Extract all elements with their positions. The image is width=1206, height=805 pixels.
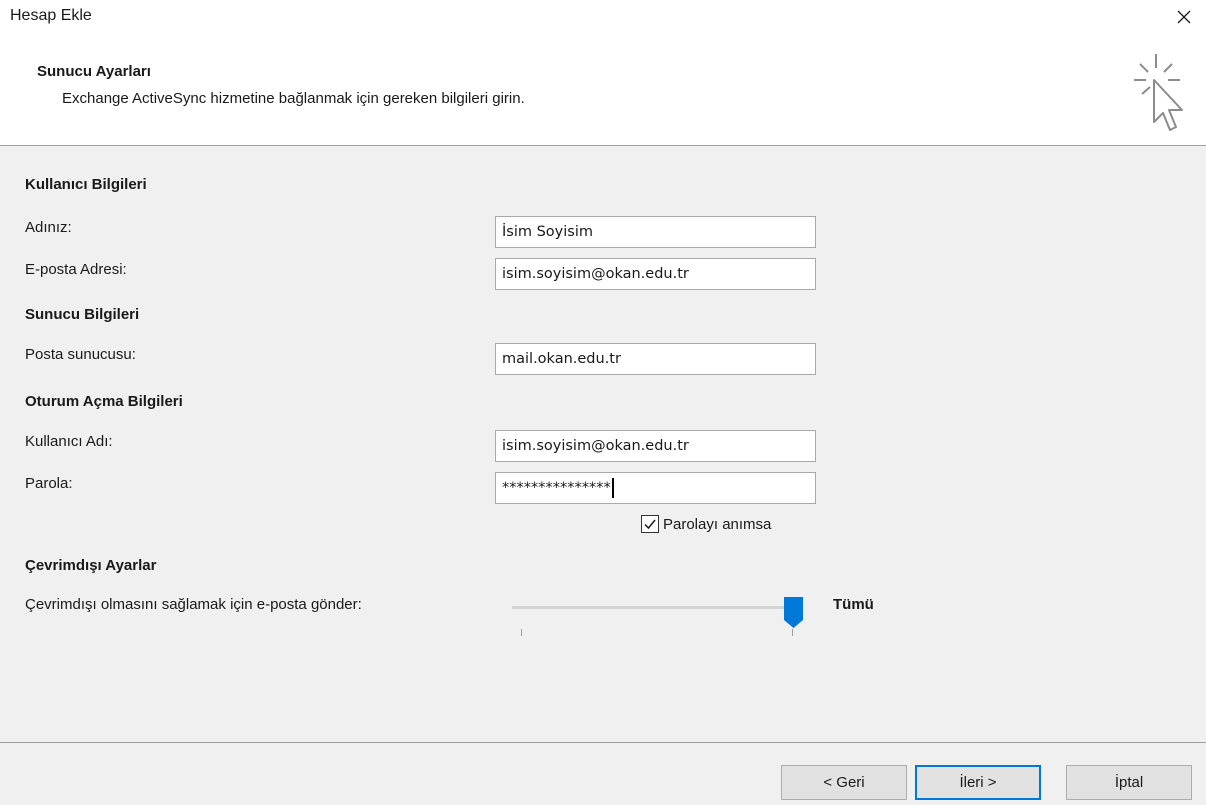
name-label: Adınız: <box>25 219 72 236</box>
name-input[interactable]: İsim Soyisim <box>495 216 816 248</box>
slider-tick-start <box>521 629 522 636</box>
checkbox-box[interactable] <box>641 515 659 533</box>
offline-slider-label: Çevrimdışı olmasını sağlamak için e-post… <box>25 596 362 613</box>
slider-tick-end <box>792 629 793 636</box>
offline-slider-track[interactable] <box>512 606 793 609</box>
window-title: Hesap Ekle <box>10 7 92 24</box>
username-input[interactable]: isim.soyisim@okan.edu.tr <box>495 430 816 462</box>
close-icon <box>1177 10 1191 24</box>
section-title: Sunucu Ayarları <box>37 63 151 80</box>
offline-slider-thumb[interactable] <box>783 596 804 629</box>
email-label: E-posta Adresi: <box>25 261 127 278</box>
text-caret <box>611 478 614 498</box>
password-input[interactable]: *************** <box>495 472 816 504</box>
remember-password-checkbox[interactable]: Parolayı anımsa <box>641 515 771 533</box>
close-button[interactable] <box>1170 3 1198 31</box>
offline-slider-value: Tümü <box>833 596 874 613</box>
cancel-button[interactable]: İptal <box>1066 765 1192 800</box>
checkmark-icon <box>644 519 656 530</box>
server-info-heading: Sunucu Bilgileri <box>25 306 140 323</box>
username-label: Kullanıcı Adı: <box>25 433 113 450</box>
footer-divider <box>0 742 1206 743</box>
mail-server-label: Posta sunucusu: <box>25 346 136 363</box>
logon-info-heading: Oturum Açma Bilgileri <box>25 393 183 410</box>
remember-password-label: Parolayı anımsa <box>663 515 772 533</box>
section-description: Exchange ActiveSync hizmetine bağlanmak … <box>62 90 525 107</box>
next-button[interactable]: İleri > <box>915 765 1041 800</box>
password-label: Parola: <box>25 475 73 492</box>
mail-server-input[interactable]: mail.okan.edu.tr <box>495 343 816 375</box>
password-mask: *************** <box>502 480 611 496</box>
add-account-dialog: Hesap Ekle Sunucu Ayarları Exchange Acti… <box>0 0 1206 805</box>
offline-settings-heading: Çevrimdışı Ayarlar <box>25 557 157 574</box>
dialog-header: Hesap Ekle Sunucu Ayarları Exchange Acti… <box>0 0 1206 146</box>
email-input[interactable]: isim.soyisim@okan.edu.tr <box>495 258 816 290</box>
user-info-heading: Kullanıcı Bilgileri <box>25 176 147 193</box>
cursor-click-icon <box>1134 54 1183 131</box>
back-button[interactable]: < Geri <box>781 765 907 800</box>
